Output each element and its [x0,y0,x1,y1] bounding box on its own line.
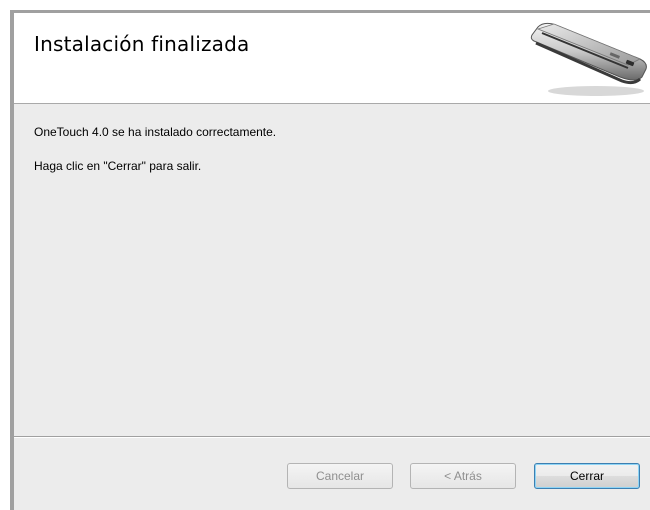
back-button[interactable]: < Atrás [410,463,516,489]
footer-divider [14,436,650,438]
exit-instruction: Haga clic en "Cerrar" para salir. [34,159,202,173]
close-button[interactable]: Cerrar [534,463,640,489]
installer-screen: Instalación finalizada OneTouch 4.0 se h… [0,0,650,510]
success-message: OneTouch 4.0 se ha instalado correctamen… [34,125,277,139]
dialog-header: Instalación finalizada [14,13,650,104]
installer-dialog: Instalación finalizada OneTouch 4.0 se h… [14,13,650,510]
cancel-button[interactable]: Cancelar [287,463,393,489]
page-title: Instalación finalizada [34,32,250,56]
scanner-device-icon [530,22,647,96]
